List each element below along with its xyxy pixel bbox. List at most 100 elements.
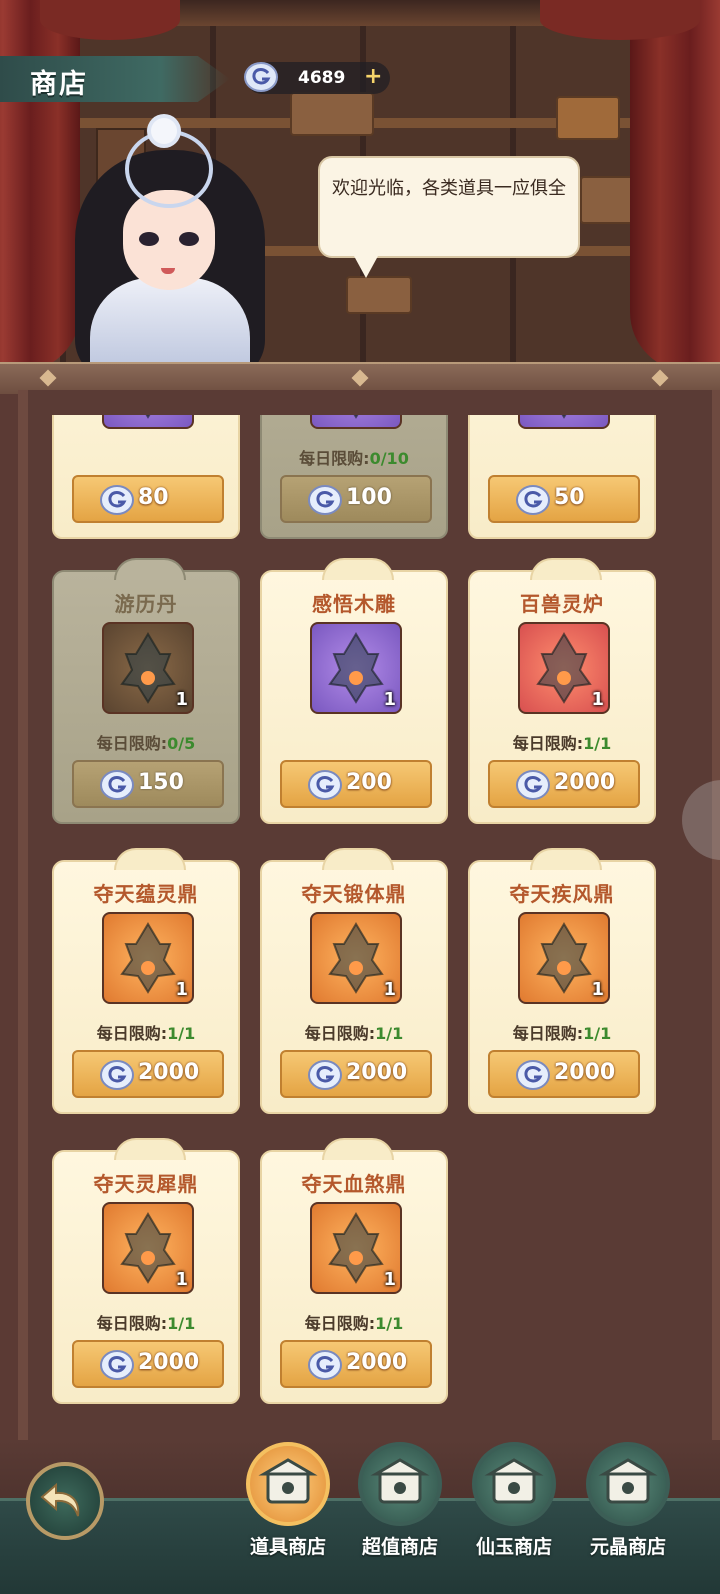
add-currency-button[interactable]: + [364, 64, 382, 89]
purchase-limit: 每日限购:1/1 [470, 730, 654, 754]
buy-button[interactable]: 2000 [72, 1050, 224, 1098]
nav-tab[interactable]: 元晶商店 [580, 1440, 676, 1580]
buy-button[interactable]: 80 [72, 475, 224, 523]
item-price: 150 [138, 770, 184, 795]
page-title: 商店 [30, 69, 88, 100]
shop-item-card[interactable]: 每日限购:0/10 100 [260, 415, 448, 539]
item-price: 200 [346, 770, 392, 795]
spirit-stone-icon [308, 770, 342, 800]
shop-icon-art [598, 1458, 658, 1504]
curtain-right [630, 0, 720, 372]
item-name: 夺天蕴灵鼎 [93, 882, 199, 906]
buy-button[interactable]: 150 [72, 760, 224, 808]
item-name: 游历丹 [114, 592, 178, 616]
spirit-stone-icon [100, 1350, 134, 1380]
item-name: 感悟木雕 [312, 592, 396, 616]
shop-item-card[interactable]: 50 [468, 415, 656, 539]
spirit-stone-icon [244, 62, 278, 92]
buy-button[interactable]: 2000 [488, 1050, 640, 1098]
item-name: 夺天血煞鼎 [301, 1172, 407, 1196]
money-bag-icon-art [370, 1458, 430, 1504]
potion-icon[interactable] [310, 415, 402, 429]
pavilion-icon [472, 1442, 556, 1526]
cauldron-icon[interactable]: 1 [102, 912, 194, 1004]
shop-item-card[interactable]: 夺天蕴灵鼎 1 每日限购:1/1 2000 [52, 848, 240, 1114]
shop-item-card[interactable]: 夺天灵犀鼎 1 每日限购:1/1 2000 [52, 1138, 240, 1404]
shop-item-card[interactable]: 夺天锻体鼎 1 每日限购:1/1 2000 [260, 848, 448, 1114]
item-price: 2000 [138, 1350, 200, 1375]
item-price: 2000 [554, 1060, 616, 1085]
item-price: 2000 [554, 770, 616, 795]
potion-icon[interactable] [102, 415, 194, 429]
nav-tab[interactable]: 仙玉商店 [466, 1440, 562, 1580]
cauldron-icon[interactable]: 1 [310, 912, 402, 1004]
item-quantity: 1 [383, 979, 396, 1000]
drape [540, 0, 700, 40]
spirit-stone-icon [516, 770, 550, 800]
shop-item-card[interactable]: 感悟木雕 1 200 [260, 558, 448, 824]
spirit-stone-icon [308, 485, 342, 515]
currency-display: 4689 + [244, 62, 390, 94]
buy-button[interactable]: 2000 [72, 1340, 224, 1388]
buy-button[interactable]: 2000 [280, 1340, 432, 1388]
furnace-icon[interactable]: 1 [518, 622, 610, 714]
potion-icon[interactable] [518, 415, 610, 429]
buy-button[interactable]: 2000 [488, 760, 640, 808]
potion-icon-art [353, 415, 359, 419]
nav-tab-label: 元晶商店 [589, 1536, 666, 1558]
shop-backdrop: 商店 4689 + 欢迎光临，各类道具一应俱全 [0, 0, 720, 372]
buy-button[interactable]: 100 [280, 475, 432, 523]
purchase-limit: 每日限购:1/1 [54, 1020, 238, 1044]
coins-decoration [556, 96, 620, 140]
nav-tab-label: 道具商店 [249, 1536, 326, 1558]
buy-button[interactable]: 200 [280, 760, 432, 808]
limit-value: 1/1 [167, 1314, 196, 1333]
item-quantity: 1 [591, 689, 604, 710]
cauldron-icon[interactable]: 1 [102, 1202, 194, 1294]
nav-tab[interactable]: 道具商店 [240, 1440, 336, 1580]
buy-button[interactable]: 50 [488, 475, 640, 523]
shop-item-card[interactable]: 夺天疾风鼎 1 每日限购:1/1 2000 [468, 848, 656, 1114]
limit-label: 每日限购: [512, 1024, 584, 1043]
currency-amount: 4689 [298, 68, 346, 88]
spirit-stone-icon [308, 1350, 342, 1380]
limit-value: 0/5 [167, 734, 196, 753]
drape [40, 0, 180, 40]
back-button[interactable] [26, 1462, 104, 1540]
spirit-stone-icon [100, 485, 134, 515]
spirit-stone-icon [516, 1060, 550, 1090]
item-price: 100 [346, 485, 392, 510]
limit-label: 每日限购: [96, 1314, 168, 1333]
limit-value: 1/1 [375, 1314, 404, 1333]
nav-tab[interactable]: 超值商店 [352, 1440, 448, 1580]
spirit-stone-icon [100, 1060, 134, 1090]
nav-tab-label: 超值商店 [361, 1536, 438, 1558]
purchase-limit: 每日限购:0/5 [54, 730, 238, 754]
limit-value: 0/10 [369, 449, 409, 468]
pill-icon[interactable]: 1 [102, 622, 194, 714]
back-arrow-icon [40, 1482, 80, 1517]
shop-item-card[interactable]: 夺天血煞鼎 1 每日限购:1/1 2000 [260, 1138, 448, 1404]
shop-icon [586, 1442, 670, 1526]
wood-carving-icon[interactable]: 1 [310, 622, 402, 714]
npc-greeting: 欢迎光临，各类道具一应俱全 [332, 178, 566, 199]
item-name: 夺天灵犀鼎 [93, 1172, 199, 1196]
item-name: 夺天疾风鼎 [509, 882, 615, 906]
limit-label: 每日限购: [299, 449, 370, 468]
cauldron-icon[interactable]: 1 [518, 912, 610, 1004]
limit-value: 1/1 [583, 1024, 612, 1043]
cauldron-icon[interactable]: 1 [310, 1202, 402, 1294]
shop-item-card[interactable]: 80 [52, 415, 240, 539]
shop-item-card[interactable]: 百兽灵炉 1 每日限购:1/1 2000 [468, 558, 656, 824]
item-quantity: 1 [383, 1269, 396, 1290]
limit-label: 每日限购: [96, 734, 168, 753]
buy-button[interactable]: 2000 [280, 1050, 432, 1098]
shop-item-card[interactable]: 游历丹 1 每日限购:0/5 150 [52, 558, 240, 824]
item-grid[interactable]: 80 每日限购:0/10 100 50 游历丹 1 每日限购:0/5 150 感… [0, 415, 720, 1440]
item-name: 夺天锻体鼎 [301, 882, 407, 906]
item-quantity: 1 [175, 979, 188, 1000]
box-decoration [346, 276, 412, 314]
bottom-nav: 道具商店 超值商店 仙玉商店 元晶商店 [0, 1440, 720, 1594]
treasure-chest-icon [246, 1442, 330, 1526]
spirit-stone-icon [516, 485, 550, 515]
